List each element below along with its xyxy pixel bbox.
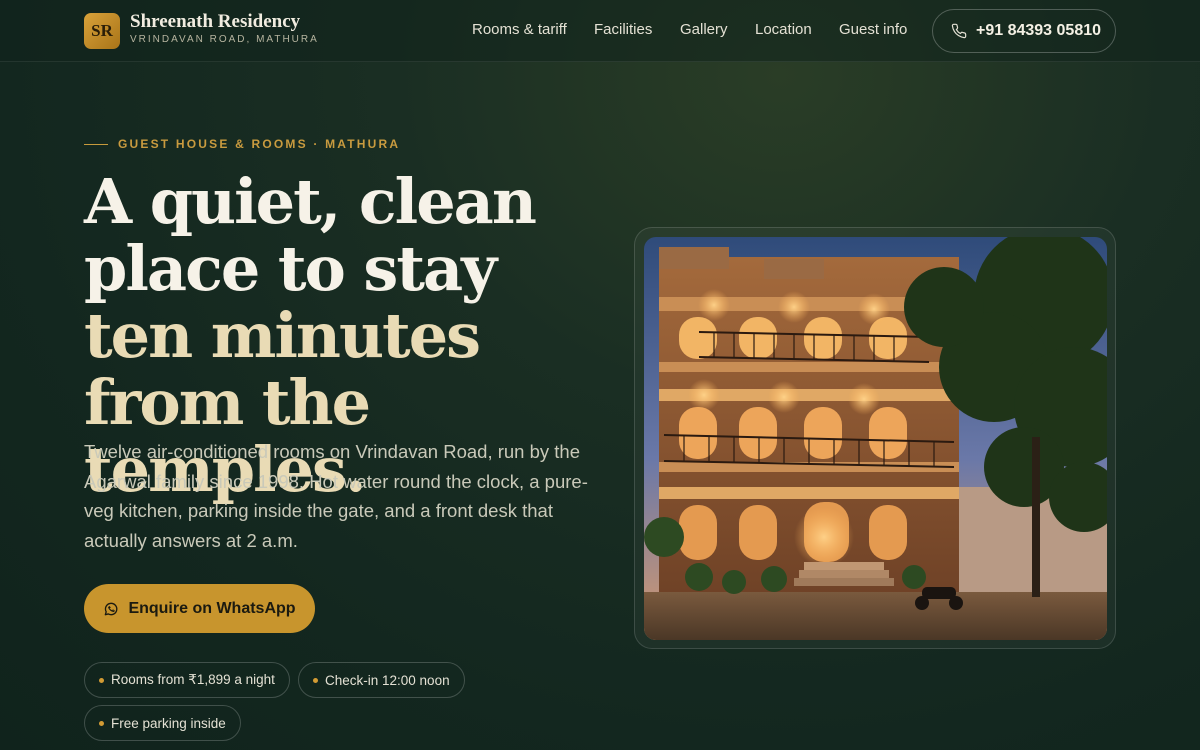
chip-label: Free parking inside bbox=[111, 715, 226, 731]
nav-item-gallery[interactable]: Gallery bbox=[680, 21, 728, 38]
eyebrow-text: GUEST HOUSE & ROOMS · MATHURA bbox=[118, 137, 401, 151]
eyebrow-divider bbox=[84, 143, 108, 145]
phone-number: +91 84393 05810 bbox=[976, 22, 1102, 39]
nav-item-location[interactable]: Location bbox=[755, 21, 812, 38]
site-header: SR Shreenath Residency VRINDAVAN ROAD, M… bbox=[0, 0, 1200, 62]
whatsapp-enquire-button[interactable]: Enquire on WhatsApp bbox=[84, 584, 315, 633]
nav-item-rooms-tariff[interactable]: Rooms & tariff bbox=[472, 21, 567, 38]
whatsapp-icon bbox=[105, 602, 118, 615]
hero-description: Twelve air-conditioned rooms on Vrindava… bbox=[84, 441, 588, 551]
hero-photo-frame bbox=[634, 227, 1116, 649]
info-chip-price: Rooms from ₹1,899 a night bbox=[84, 662, 290, 698]
chip-dot bbox=[99, 677, 104, 683]
guesthouse-photo bbox=[644, 237, 1107, 640]
chip-label: Rooms from ₹1,899 a night bbox=[111, 672, 275, 687]
cta-label: Enquire on WhatsApp bbox=[128, 599, 296, 617]
nav-item-guest-info[interactable]: Guest info bbox=[839, 21, 907, 38]
chip-dot bbox=[99, 720, 104, 726]
nav-item-facilities[interactable]: Facilities bbox=[594, 21, 652, 38]
info-chip-checkin: Check-in 12:00 noon bbox=[298, 662, 465, 698]
chip-dot bbox=[313, 677, 318, 683]
info-chip-parking: Free parking inside bbox=[84, 705, 241, 741]
phone-button[interactable]: +91 84393 05810 bbox=[932, 9, 1116, 53]
hero-eyebrow: GUEST HOUSE & ROOMS · MATHURA bbox=[84, 137, 400, 151]
phone-icon bbox=[951, 23, 967, 39]
chip-label: Check-in 12:00 noon bbox=[325, 672, 450, 688]
headline-main: A quiet, clean place to stay bbox=[84, 165, 537, 305]
